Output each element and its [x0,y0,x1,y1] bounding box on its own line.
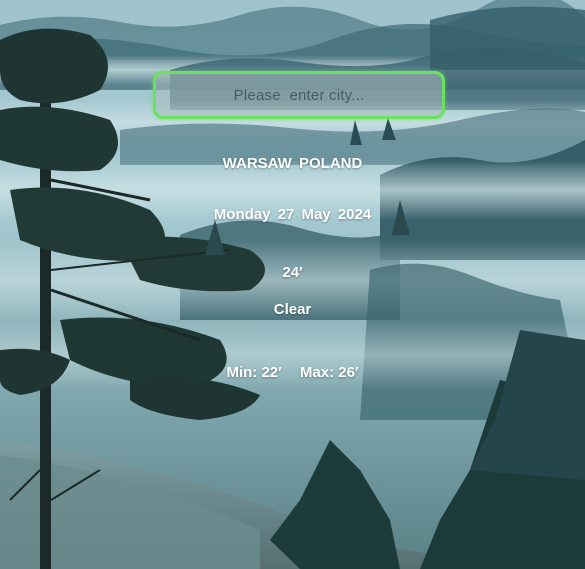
city-search-input[interactable] [156,74,442,116]
min-max-row: Min: 22′ Max: 26′ [0,364,585,381]
max-temperature: Max: 26′ [299,364,359,381]
weather-condition: Clear [273,301,312,318]
date-label: Monday 27 May 2024 [213,206,372,223]
location-label: WARSAW POLAND [222,155,363,172]
city-search-box[interactable] [153,71,445,119]
temperature-value: 24′ [282,264,303,281]
min-temperature: Min: 22′ [226,364,282,381]
